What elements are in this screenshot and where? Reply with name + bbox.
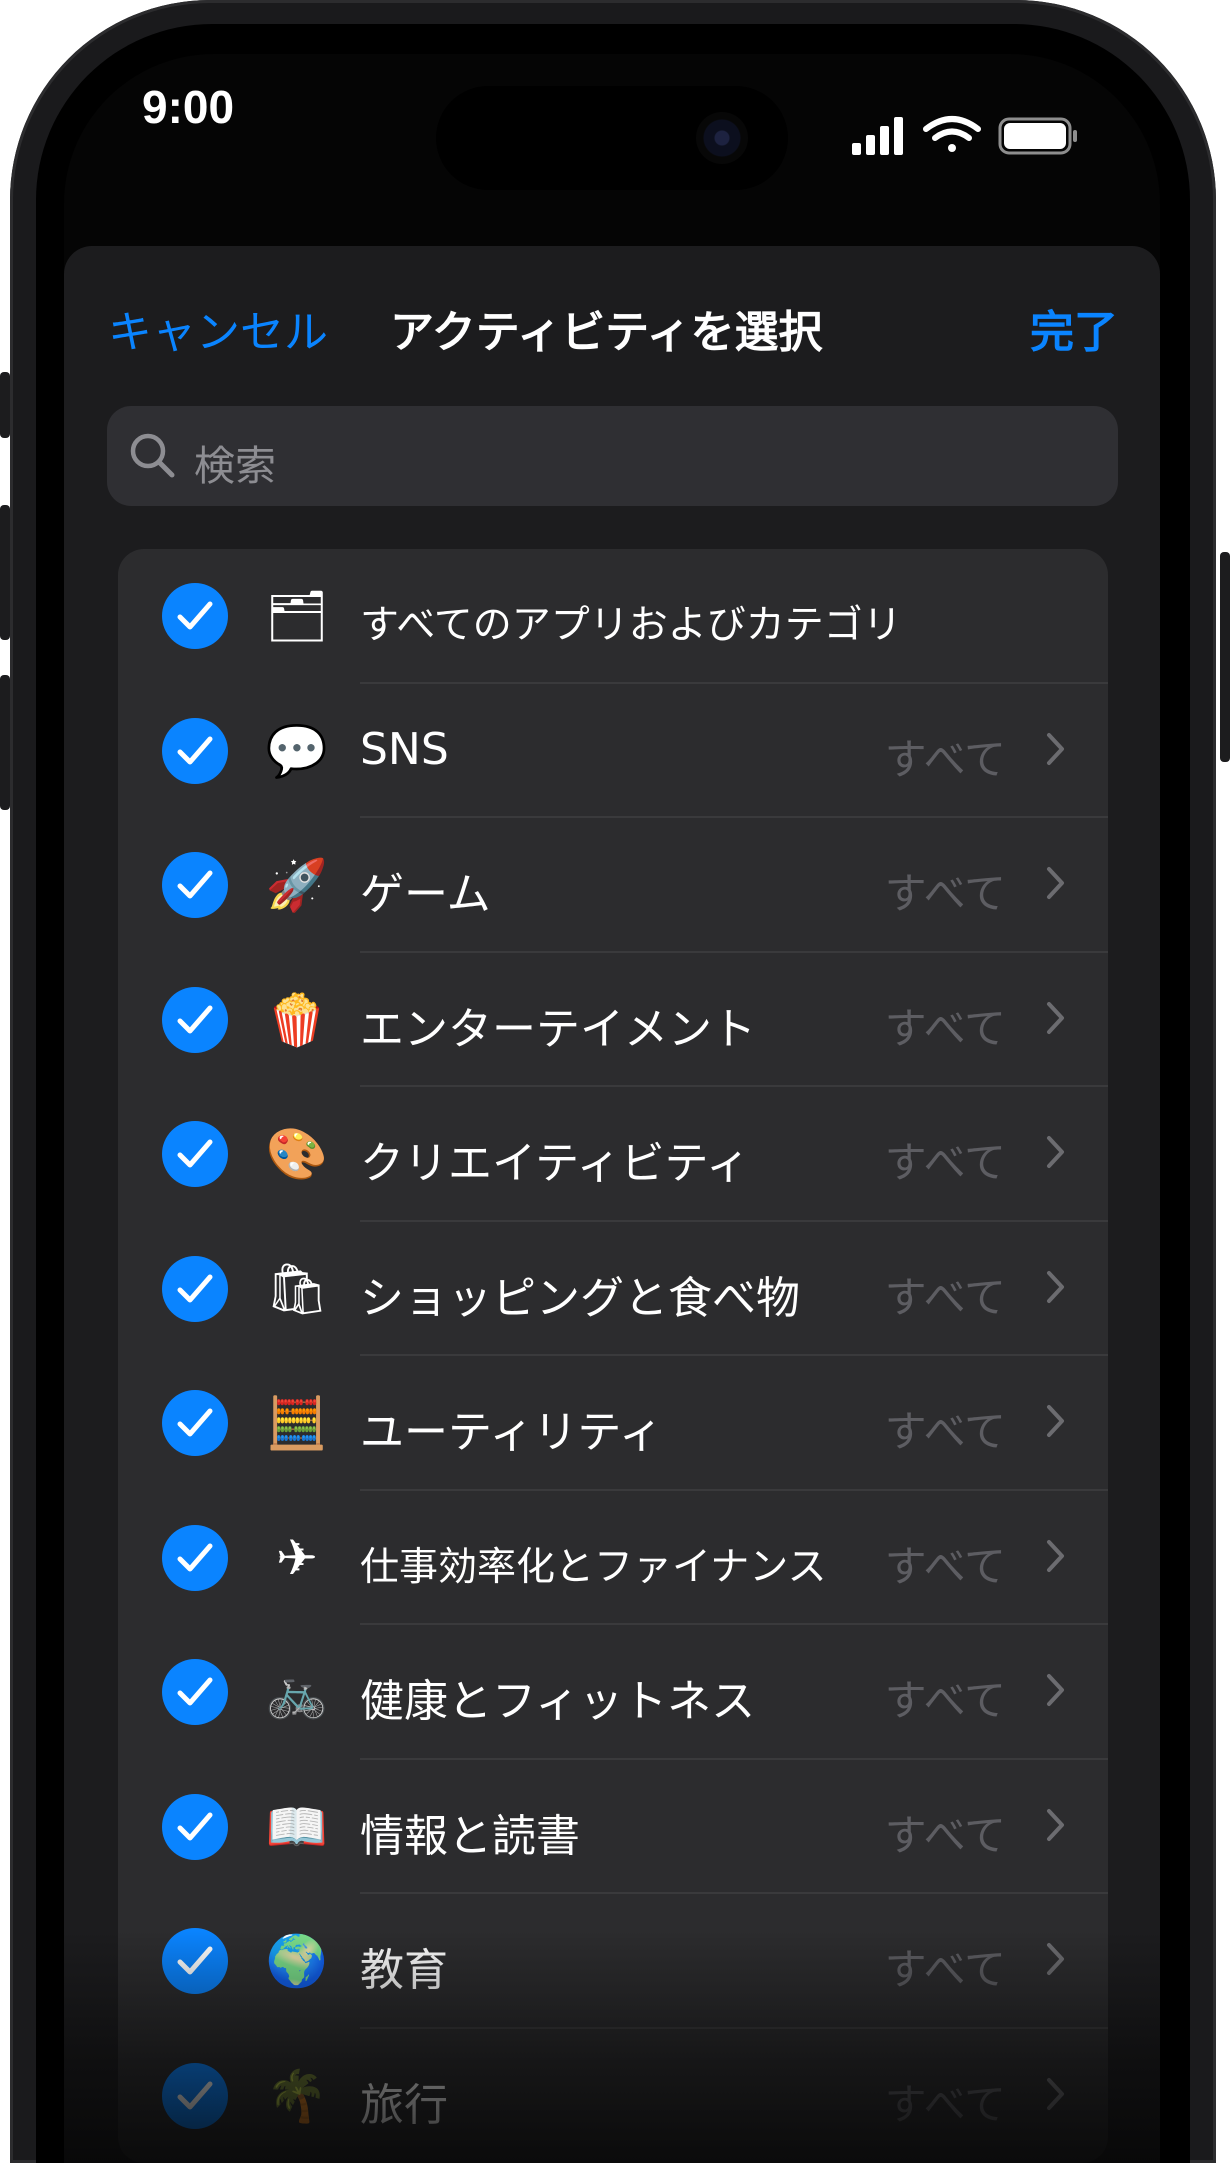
power-button (1220, 552, 1230, 762)
rocket-icon: 🚀 (265, 856, 329, 914)
category-detail: すべて (884, 1945, 1006, 1994)
chevron-right-icon (1047, 1405, 1064, 1437)
calculator-icon: 🧮 (265, 1394, 329, 1452)
camera-icon (696, 112, 748, 164)
category-detail: すべて (884, 1810, 1006, 1860)
checkmark-icon[interactable] (162, 583, 228, 649)
category-row[interactable]: 🚲 健康とフィットネス すべて (118, 1625, 1108, 1760)
category-label: 教育 (360, 1945, 448, 1996)
checkmark-icon[interactable] (162, 1524, 228, 1591)
category-label: すべてのアプリおよびカテゴリ (360, 603, 902, 648)
chat-bubbles-icon: 💬 (265, 721, 329, 780)
action-button (0, 372, 10, 438)
category-label: 健康とフィットネス (360, 1676, 756, 1727)
volume-up-button (0, 505, 10, 640)
checkmark-icon[interactable] (162, 717, 228, 784)
signal-icon (852, 117, 903, 155)
checkmark-icon[interactable] (162, 852, 228, 918)
wifi-icon (923, 116, 981, 152)
category-row[interactable]: 📖 情報と読書 すべて (118, 1760, 1108, 1894)
done-button[interactable]: 完了 (1030, 296, 1118, 360)
category-detail: すべて (884, 1676, 1006, 1725)
category-label: 情報と読書 (360, 1810, 580, 1862)
checkmark-icon[interactable] (162, 1390, 228, 1456)
chevron-right-icon (1047, 1943, 1064, 1975)
category-label: 旅行 (360, 2079, 448, 2131)
checkmark-icon[interactable] (162, 1121, 228, 1187)
checkmark-icon[interactable] (162, 1928, 228, 1994)
popcorn-icon: 🍿 (265, 990, 329, 1049)
category-detail: すべて (884, 1003, 1006, 1053)
checkmark-icon[interactable] (162, 2062, 228, 2129)
chevron-right-icon (1047, 1808, 1064, 1841)
stack-icon: 🗂 (265, 587, 329, 645)
status-time: 9:00 (142, 81, 235, 133)
category-row[interactable]: 🌴 旅行 すべて (118, 2029, 1108, 2163)
chevron-right-icon (1047, 732, 1064, 765)
category-detail: すべて (884, 1138, 1006, 1187)
page-title: アクティビティを選択 (390, 307, 823, 358)
search-icon (130, 433, 175, 478)
checkmark-icon[interactable] (162, 1659, 228, 1725)
chevron-right-icon (1047, 1001, 1064, 1034)
status-icons (852, 116, 1077, 155)
category-row[interactable]: 🍿 エンターテイメント すべて (118, 953, 1108, 1087)
chevron-right-icon (1047, 1136, 1064, 1168)
category-row[interactable]: 🌍 教育 すべて (118, 1894, 1108, 2029)
category-row[interactable]: ✈ 仕事効率化とファイナンス すべて (118, 1491, 1108, 1625)
category-row[interactable]: 🧮 ユーティリティ すべて (118, 1356, 1108, 1491)
category-detail: すべて (884, 1272, 1006, 1322)
category-detail: すべて (884, 1541, 1006, 1591)
globe-icon: 🌍 (265, 1932, 329, 1990)
book-icon: 📖 (265, 1797, 329, 1856)
category-label: SNS (360, 723, 449, 775)
category-list: 🗂 すべてのアプリおよびカテゴリ 💬 SNS すべて 🚀 ゲーム すべて 🍿 エンターテイメントす… (118, 549, 1108, 2163)
category-row[interactable]: 🎨 クリエイティビティ すべて (118, 1087, 1108, 1222)
category-detail: すべて (884, 734, 1006, 784)
chevron-right-icon (1047, 2077, 1064, 2110)
cancel-button[interactable]: キャンセル (108, 296, 328, 360)
category-label: クリエイティビティ (360, 1138, 750, 1189)
chevron-right-icon (1047, 1539, 1064, 1572)
category-detail: すべて (884, 2079, 1006, 2129)
category-row[interactable]: 💬 SNS すべて (118, 684, 1108, 818)
battery-icon (998, 117, 1077, 155)
bicycle-icon: 🚲 (265, 1663, 329, 1721)
chevron-right-icon (1047, 867, 1064, 899)
volume-down-button (0, 675, 10, 810)
category-row[interactable]: 🛍 ショッピングと食べ物 すべて (118, 1222, 1108, 1356)
checkmark-icon[interactable] (162, 1793, 228, 1860)
category-detail: すべて (884, 869, 1006, 918)
palette-icon: 🎨 (265, 1125, 329, 1183)
search-placeholder: 検索 (194, 442, 276, 490)
paper-plane-icon: ✈ (276, 1528, 318, 1587)
category-label: ユーティリティ (360, 1407, 663, 1458)
category-label: ゲーム (360, 869, 491, 920)
palm-tree-icon: 🌴 (265, 2066, 329, 2125)
chevron-right-icon (1047, 1270, 1064, 1303)
category-row[interactable]: 🚀 ゲーム すべて (118, 818, 1108, 953)
checkmark-icon[interactable] (162, 1255, 228, 1322)
chevron-right-icon (1047, 1674, 1064, 1706)
category-label: ショッピングと食べ物 (360, 1272, 800, 1324)
search-input[interactable]: 検索 (107, 406, 1118, 506)
category-row[interactable]: 🗂 すべてのアプリおよびカテゴリ (118, 549, 1108, 684)
category-detail: すべて (884, 1407, 1006, 1456)
shopping-bag-icon: 🛍 (265, 1259, 329, 1318)
category-label: 仕事効率化とファイナンス (360, 1544, 827, 1590)
checkmark-icon[interactable] (162, 986, 228, 1053)
category-label: エンターテイメント (360, 1003, 756, 1055)
